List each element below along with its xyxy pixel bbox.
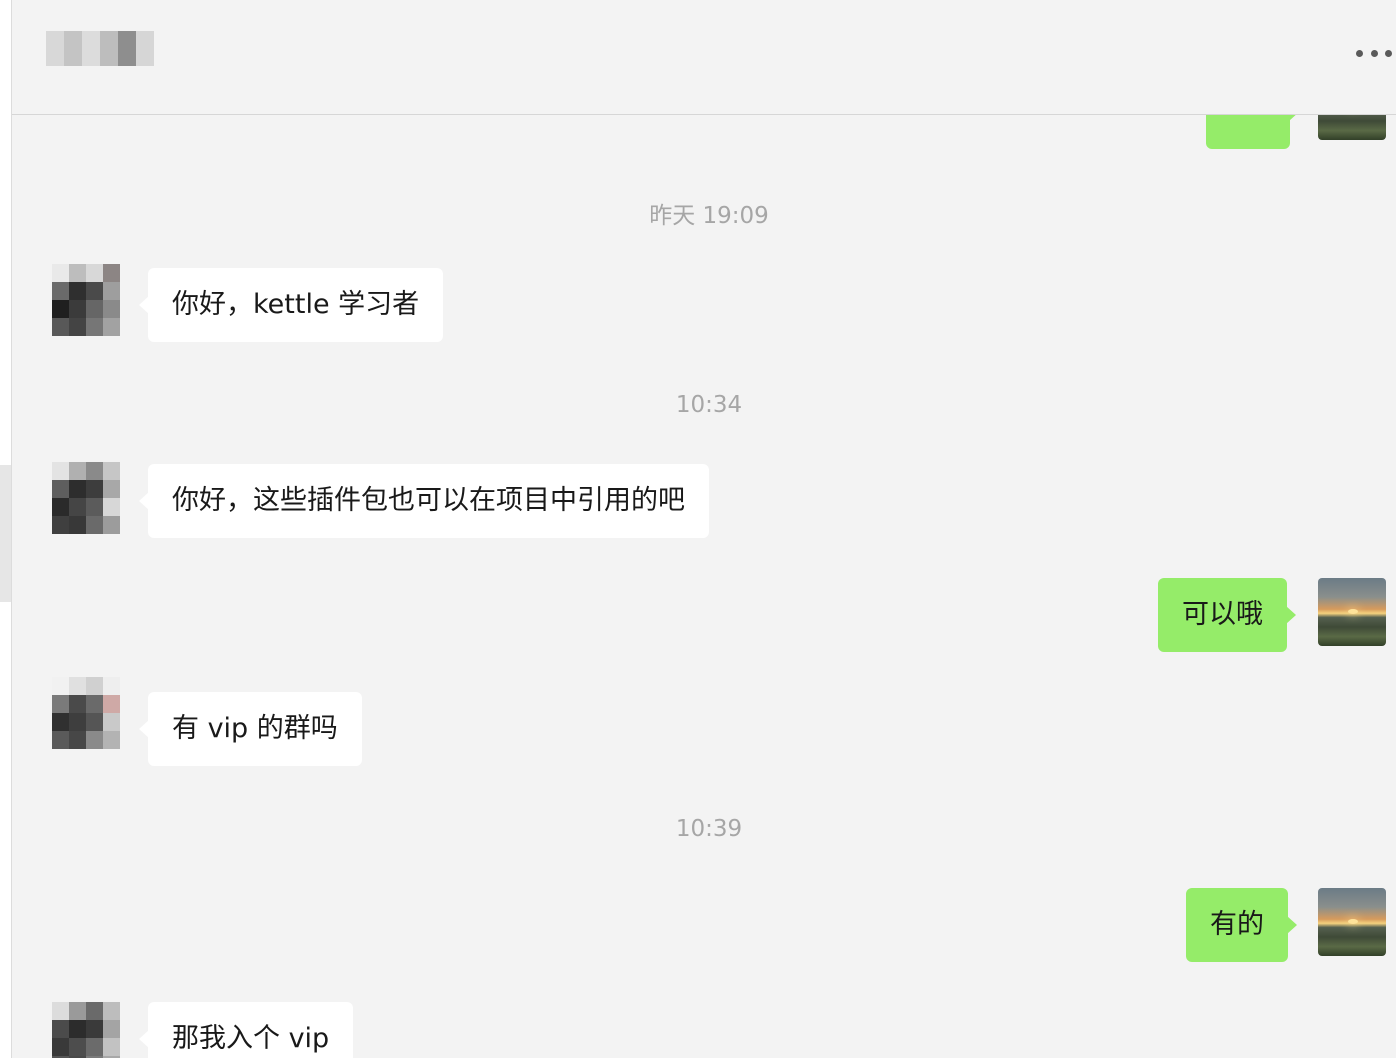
message-bubble-partial[interactable]	[1206, 115, 1299, 149]
avatar-contact[interactable]	[52, 677, 120, 749]
chat-header	[12, 0, 1396, 115]
avatar-self[interactable]	[1318, 578, 1386, 646]
avatar-self[interactable]	[1318, 888, 1386, 956]
timestamp: 10:34	[675, 392, 743, 418]
sidebar-scrollbar[interactable]	[0, 465, 11, 602]
message-bubble-incoming[interactable]: 有 vip 的群吗	[139, 692, 362, 766]
avatar-self[interactable]	[1318, 115, 1386, 140]
more-horizontal-icon[interactable]	[1356, 46, 1392, 60]
message-list: 昨天 19:09 你好，kettle 学习者 10:34 你好，这些插件包也可以…	[12, 115, 1396, 1058]
message-bubble-incoming[interactable]: 你好，kettle 学习者	[138, 268, 444, 342]
avatar-contact[interactable]	[52, 462, 120, 534]
timestamp: 10:39	[675, 816, 743, 842]
message-bubble-incoming[interactable]: 那我入个 vip	[138, 1002, 354, 1058]
message-bubble-outgoing[interactable]: 可以哦	[1158, 578, 1296, 652]
avatar-contact[interactable]	[52, 1002, 120, 1058]
timestamp: 昨天 19:09	[649, 203, 769, 229]
message-bubble-outgoing[interactable]: 有的	[1186, 888, 1297, 962]
contact-name-blurred	[46, 31, 154, 66]
avatar-contact[interactable]	[52, 264, 120, 336]
message-bubble-incoming[interactable]: 你好，这些插件包也可以在项目中引用的吧	[139, 464, 709, 538]
